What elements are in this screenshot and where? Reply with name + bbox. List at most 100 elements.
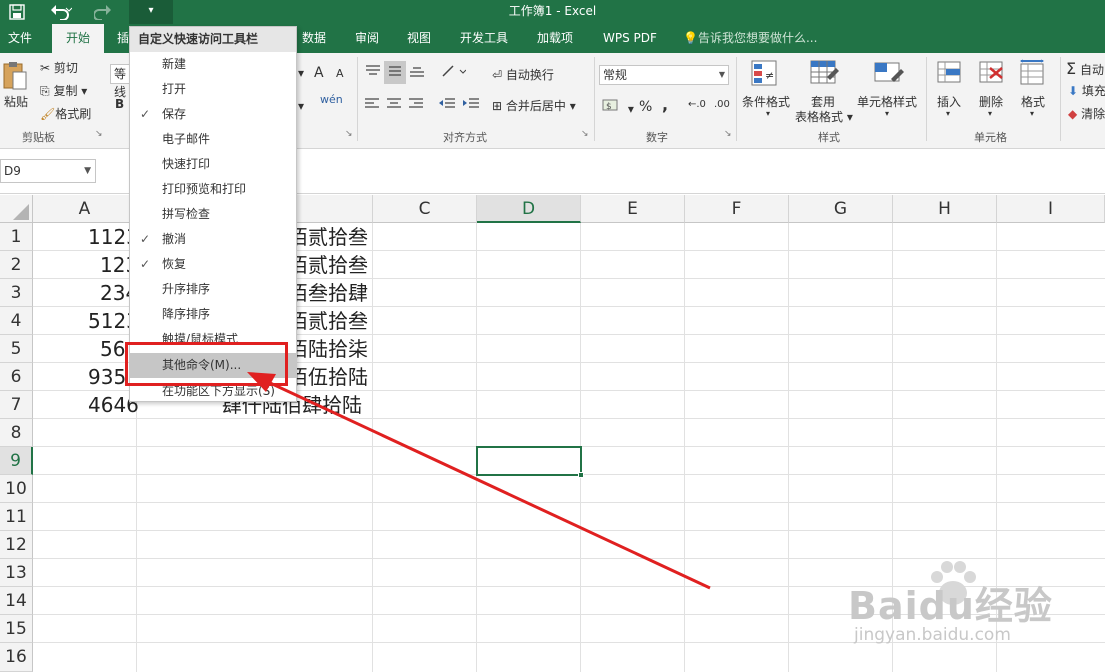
column-header-selected[interactable]: D xyxy=(477,195,581,223)
cut-button[interactable]: ✂ 剪切 xyxy=(40,59,78,76)
percent-button[interactable]: % xyxy=(639,99,652,115)
copy-button[interactable]: ⎘ 复制 ▾ xyxy=(40,82,87,99)
row-header[interactable]: 3 xyxy=(0,279,33,307)
name-box[interactable]: D9 ▼ xyxy=(0,159,96,183)
format-cells-icon[interactable] xyxy=(1019,59,1047,90)
row-header[interactable]: 8 xyxy=(0,419,33,447)
row-header-selected[interactable]: 9 xyxy=(0,447,33,475)
cell-b5[interactable]: 佰陆拾柒 xyxy=(288,335,368,363)
menu-item-sort-desc[interactable]: 降序排序 xyxy=(130,302,296,327)
number-launcher-icon[interactable]: ↘ xyxy=(724,129,732,139)
tab-wps-pdf[interactable]: WPS PDF xyxy=(603,24,657,53)
column-header[interactable]: A xyxy=(33,195,137,223)
menu-item-spelling[interactable]: 拼写检查 xyxy=(130,202,296,227)
conditional-format-icon[interactable]: ≠ xyxy=(750,59,780,92)
clipboard-launcher-icon[interactable]: ↘ xyxy=(95,129,103,139)
row-header[interactable]: 1 xyxy=(0,223,33,251)
clear-button[interactable]: ◆ 清除 xyxy=(1068,105,1105,122)
delete-cells-button[interactable]: 删除 xyxy=(979,93,1003,110)
phonetic-button[interactable]: wén xyxy=(320,93,343,106)
format-cells-button[interactable]: 格式 xyxy=(1021,93,1045,110)
column-header[interactable]: G xyxy=(789,195,893,223)
tab-data[interactable]: 数据 xyxy=(302,24,326,53)
merge-center-button[interactable]: ⊞ 合并后居中 ▾ xyxy=(492,97,576,114)
orientation-button[interactable] xyxy=(440,63,467,82)
cell-b1[interactable]: 佰贰拾叁 xyxy=(288,223,368,251)
menu-item-new[interactable]: 新建 xyxy=(130,52,296,77)
row-header[interactable]: 4 xyxy=(0,307,33,335)
row-header[interactable]: 10 xyxy=(0,475,33,503)
column-header[interactable]: I xyxy=(997,195,1105,223)
row-header[interactable]: 13 xyxy=(0,559,33,587)
column-header[interactable]: H xyxy=(893,195,997,223)
format-as-table-button[interactable]: 表格格式 ▾ xyxy=(795,108,853,125)
tab-home[interactable]: 开始 xyxy=(52,24,104,53)
wrap-text-button[interactable]: ⏎ 自动换行 xyxy=(492,66,554,83)
cell-b4[interactable]: 佰贰拾叁 xyxy=(288,307,368,335)
fill-button[interactable]: ⬇ 填充 xyxy=(1068,82,1105,99)
cell-styles-icon[interactable] xyxy=(873,59,905,92)
decrease-decimal-button[interactable]: .00 xyxy=(714,99,730,110)
align-right-button[interactable] xyxy=(408,97,424,114)
bold-button[interactable]: B xyxy=(115,97,124,111)
font-launcher-icon[interactable]: ↘ xyxy=(345,129,353,139)
align-middle-button[interactable] xyxy=(384,61,406,84)
align-bottom-button[interactable] xyxy=(408,63,426,82)
decrease-indent-button[interactable] xyxy=(438,97,456,114)
insert-cells-button[interactable]: 插入 xyxy=(937,93,961,110)
column-header[interactable]: F xyxy=(685,195,789,223)
row-header[interactable]: 12 xyxy=(0,531,33,559)
align-center-button[interactable] xyxy=(386,97,402,114)
row-header[interactable]: 5 xyxy=(0,335,33,363)
tab-insert[interactable]: 插 xyxy=(117,24,129,53)
tab-review[interactable]: 审阅 xyxy=(355,24,379,53)
font-size-chevron-icon[interactable]: ▾ xyxy=(298,66,304,80)
active-cell-d9[interactable] xyxy=(476,446,582,476)
select-all-button[interactable] xyxy=(0,195,33,223)
cell-a5[interactable]: 56 xyxy=(100,335,125,363)
menu-item-open[interactable]: 打开 xyxy=(130,77,296,102)
cell-b3[interactable]: 佰叁拾肆 xyxy=(288,279,368,307)
menu-item-save[interactable]: ✓ 保存 xyxy=(130,102,296,127)
grow-font-button[interactable]: A xyxy=(314,65,324,81)
column-header[interactable]: C xyxy=(373,195,477,223)
cell-a6[interactable]: 935 xyxy=(88,363,126,391)
increase-indent-button[interactable] xyxy=(462,97,480,114)
shrink-font-button[interactable]: A xyxy=(336,67,344,80)
comma-button[interactable]: , xyxy=(662,95,668,114)
format-as-table-icon[interactable] xyxy=(809,59,839,92)
menu-item-quick-print[interactable]: 快速打印 xyxy=(130,152,296,177)
menu-item-redo[interactable]: ✓ 恢复 xyxy=(130,252,296,277)
column-header[interactable]: E xyxy=(581,195,685,223)
autosum-button[interactable]: Σ 自动 xyxy=(1066,59,1104,78)
tab-view[interactable]: 视图 xyxy=(407,24,431,53)
row-header[interactable]: 15 xyxy=(0,615,33,643)
row-header[interactable]: 7 xyxy=(0,391,33,419)
row-header[interactable]: 2 xyxy=(0,251,33,279)
tab-developer[interactable]: 开发工具 xyxy=(460,24,508,53)
font-color-chevron-icon[interactable]: ▾ xyxy=(298,99,304,113)
row-header[interactable]: 11 xyxy=(0,503,33,531)
menu-item-print-preview[interactable]: 打印预览和打印 xyxy=(130,177,296,202)
delete-cells-icon[interactable] xyxy=(978,59,1006,90)
row-header[interactable]: 14 xyxy=(0,587,33,615)
tab-addins[interactable]: 加载项 xyxy=(537,24,573,53)
fill-handle[interactable] xyxy=(578,472,584,478)
menu-item-undo[interactable]: ✓ 撤消 xyxy=(130,227,296,252)
format-painter-button[interactable]: 🖌格式刷 xyxy=(40,105,91,122)
accounting-format-button[interactable]: $ ▾ xyxy=(602,97,634,116)
menu-item-sort-asc[interactable]: 升序排序 xyxy=(130,277,296,302)
tab-file[interactable]: 文件 xyxy=(8,24,32,53)
align-left-button[interactable] xyxy=(364,97,380,114)
paste-button[interactable] xyxy=(2,61,28,94)
insert-cells-icon[interactable] xyxy=(936,59,964,90)
align-top-button[interactable] xyxy=(364,63,382,82)
tell-me-search[interactable]: 💡告诉我您想要做什么... xyxy=(683,24,817,53)
conditional-format-button[interactable]: 条件格式 xyxy=(742,93,790,110)
alignment-launcher-icon[interactable]: ↘ xyxy=(581,129,589,139)
row-header[interactable]: 16 xyxy=(0,643,33,672)
increase-decimal-button[interactable]: ←.0 xyxy=(688,99,706,110)
number-format-combo[interactable]: 常规 ▼ xyxy=(599,65,729,85)
cell-b2[interactable]: 佰贰拾叁 xyxy=(288,251,368,279)
row-header[interactable]: 6 xyxy=(0,363,33,391)
